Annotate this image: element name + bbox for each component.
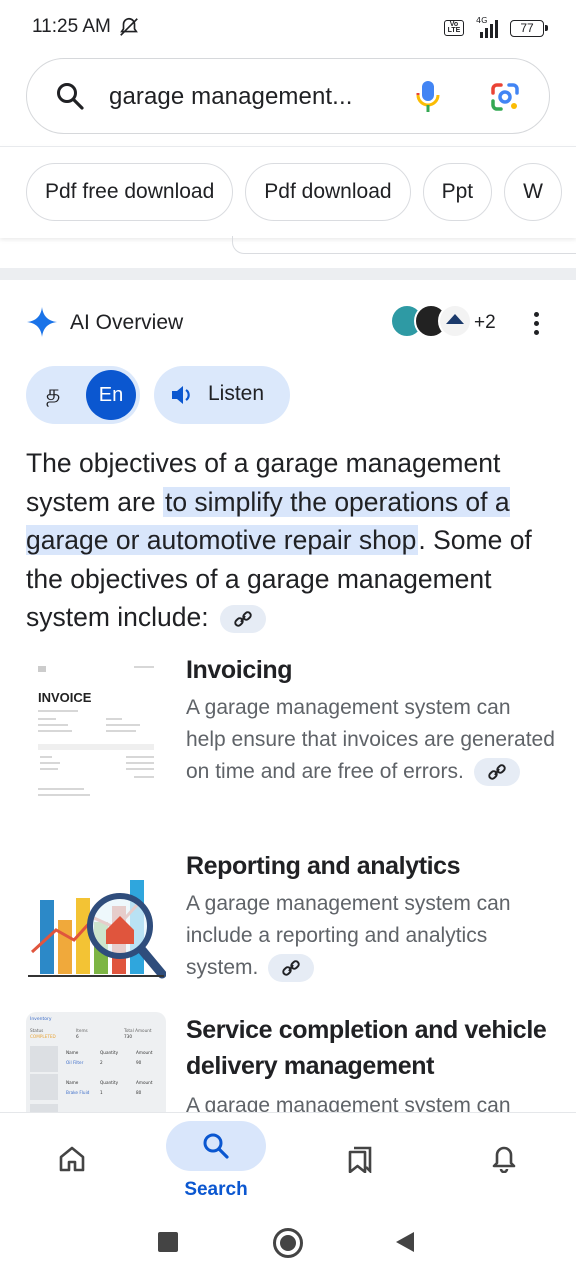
bell-icon: [492, 1146, 516, 1173]
system-nav-bar: [0, 1204, 576, 1280]
status-bar: 11:25 AM Vo LTE 4G 77: [0, 0, 576, 56]
inv-row1-qty: 2: [100, 1060, 103, 1065]
summary-link-button[interactable]: [220, 605, 267, 633]
chip-pdf-download[interactable]: Pdf download: [245, 163, 411, 221]
item-body-text: A garage management system can include a…: [186, 892, 511, 979]
network-type: 4G: [476, 16, 487, 25]
nav-search-label: Search: [184, 1179, 248, 1200]
bottom-nav: Search: [0, 1112, 576, 1204]
ai-overview-title: AI Overview: [70, 311, 184, 334]
inv-items-value: 6: [76, 1034, 79, 1039]
section-divider: [0, 268, 576, 280]
inv-row2-qty: 1: [100, 1090, 103, 1095]
language-tamil[interactable]: த: [46, 380, 60, 409]
related-chips: Pdf free download Pdf download Ppt W: [0, 146, 576, 238]
inv-total-label: Total Amount: [123, 1028, 152, 1033]
inventory-thumbnail[interactable]: Inventory Status COMPLETED Items 6 Total…: [26, 1012, 166, 1112]
speaker-icon: [172, 386, 190, 404]
link-icon: [487, 764, 506, 781]
inv-row2-amount: 80: [136, 1090, 142, 1095]
back-button[interactable]: [396, 1232, 414, 1252]
nav-notifications[interactable]: [454, 1113, 554, 1205]
chip-pdf-free-download[interactable]: Pdf free download: [26, 163, 234, 221]
card-edge: [232, 236, 576, 254]
volte-badge: Vo LTE: [444, 20, 464, 36]
inv-row1-name: Oil Filter: [66, 1060, 84, 1065]
reporting-link-button[interactable]: [268, 954, 315, 983]
link-icon: [234, 611, 252, 627]
item-body-reporting: A garage management system can include a…: [186, 888, 556, 984]
alarm-off-icon: [120, 17, 138, 36]
ai-summary: The objectives of a garage management sy…: [26, 444, 556, 637]
invoicing-link-button[interactable]: [473, 758, 520, 787]
inv-items-label: Items: [76, 1028, 88, 1033]
inv-row1-amount: 90: [136, 1060, 142, 1065]
inv-col-name: Name: [66, 1050, 79, 1055]
list-item-reporting: Reporting and analytics A garage managem…: [26, 848, 556, 998]
house-icon: [446, 314, 464, 324]
nav-search[interactable]: Search: [166, 1113, 266, 1205]
listen-label: Listen: [208, 382, 265, 405]
lens-icon[interactable]: [489, 81, 521, 113]
inv-row2-name: Brake Fluid: [66, 1090, 90, 1095]
listen-button[interactable]: Listen: [154, 366, 290, 424]
link-icon: [282, 960, 300, 977]
inv-status-label: Status: [30, 1028, 43, 1033]
home-icon: [59, 1146, 85, 1172]
bookmarks-icon: [348, 1146, 372, 1173]
language-toggle[interactable]: த En: [26, 366, 140, 424]
inv-status-value: COMPLETED: [30, 1034, 56, 1039]
home-button[interactable]: [273, 1228, 303, 1258]
inv-col-qty-2: Quantity: [100, 1080, 119, 1085]
extra-sources-count[interactable]: +2: [474, 312, 496, 334]
item-title-service-completion: Service completion and vehicle delivery …: [186, 1016, 547, 1080]
search-icon: [203, 1133, 229, 1159]
more-options-icon[interactable]: [530, 312, 542, 336]
nav-home[interactable]: [22, 1113, 122, 1205]
inv-heading: Inventory: [30, 1016, 52, 1022]
invoice-thumbnail[interactable]: INVOICE: [26, 660, 166, 810]
nav-saved[interactable]: [310, 1113, 410, 1205]
invoice-thumb-title: INVOICE: [38, 690, 92, 705]
inv-col-amount-2: Amount: [136, 1080, 153, 1085]
analytics-thumbnail[interactable]: [26, 860, 166, 1010]
source-avatar-3: [438, 304, 472, 338]
recents-button[interactable]: [158, 1232, 178, 1252]
search-pill[interactable]: [166, 1121, 266, 1171]
battery-icon: 77: [510, 20, 548, 37]
sparkle-icon: [27, 307, 57, 337]
item-title-reporting: Reporting and analytics: [186, 852, 461, 880]
language-english[interactable]: En: [86, 370, 136, 420]
item-body-service-completion: A garage management system can: [186, 1094, 511, 1112]
list-item-invoicing: INVOICE Invoicing A garage management sy…: [26, 652, 556, 822]
item-body-invoicing: A garage management system can help ensu…: [186, 692, 556, 788]
search-icon: [57, 83, 84, 110]
signal-icon: 4G: [476, 16, 498, 38]
ai-overview-header: AI Overview +2: [26, 304, 550, 344]
inv-col-name-2: Name: [66, 1080, 79, 1085]
search-box[interactable]: garage management...: [26, 58, 550, 134]
source-avatars[interactable]: [390, 304, 472, 340]
item-title-invoicing: Invoicing: [186, 656, 293, 684]
chip-ppt[interactable]: Ppt: [422, 163, 493, 221]
list-item-service-completion: Inventory Status COMPLETED Items 6 Total…: [26, 1012, 556, 1112]
search-query[interactable]: garage management...: [109, 83, 353, 111]
inv-col-qty: Quantity: [100, 1050, 119, 1055]
inv-total-value: 730: [124, 1034, 132, 1039]
inv-col-amount: Amount: [136, 1050, 153, 1055]
status-time: 11:25 AM: [32, 16, 111, 37]
mic-icon[interactable]: [415, 79, 441, 115]
chip-w[interactable]: W: [504, 163, 562, 221]
